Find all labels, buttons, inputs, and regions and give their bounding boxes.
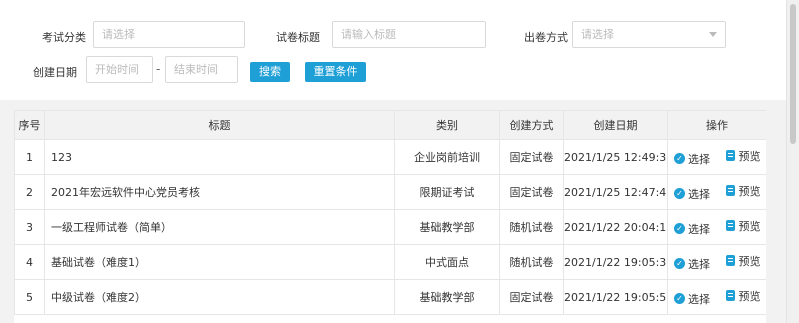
row-index: 4 bbox=[14, 244, 45, 280]
column-header-index: 序号 bbox=[14, 110, 45, 140]
scrollbar-thumb[interactable] bbox=[790, 4, 796, 144]
row-title: 一级工程师试卷（简单） bbox=[44, 209, 395, 245]
row-method: 固定试卷 bbox=[499, 139, 564, 175]
category-select[interactable]: 请选择 bbox=[93, 21, 245, 48]
check-circle-icon: ✓ bbox=[674, 258, 685, 269]
document-icon bbox=[725, 220, 735, 231]
row-actions: ✓ 选择 预览 bbox=[667, 209, 766, 245]
row-title: 基础试卷（难度1） bbox=[44, 244, 395, 280]
method-placeholder: 请选择 bbox=[581, 28, 614, 41]
preview-action[interactable]: 预览 bbox=[725, 148, 761, 164]
preview-action[interactable]: 预览 bbox=[725, 288, 761, 304]
table-row: 1 123 企业岗前培训 固定试卷 2021/1/25 12:49:32 ✓ 选择… bbox=[14, 139, 766, 175]
title-label: 试卷标题 bbox=[276, 31, 320, 44]
column-header-method: 创建方式 bbox=[499, 110, 564, 140]
method-label: 出卷方式 bbox=[524, 31, 568, 44]
row-title: 123 bbox=[44, 139, 395, 175]
table-row: 2 2021年宏远软件中心党员考核 限期证考试 固定试卷 2021/1/25 1… bbox=[14, 174, 766, 210]
row-method: 固定试卷 bbox=[499, 174, 564, 210]
table-row: 3 一级工程师试卷（简单） 基础教学部 随机试卷 2021/1/22 20:04… bbox=[14, 209, 766, 245]
document-icon bbox=[725, 185, 735, 196]
row-category: 中式面点 bbox=[394, 244, 500, 280]
select-label: 选择 bbox=[688, 222, 710, 236]
check-circle-icon: ✓ bbox=[674, 223, 685, 234]
row-method: 随机试卷 bbox=[499, 244, 564, 280]
end-date-input[interactable]: 结束时间 bbox=[165, 56, 238, 83]
row-category: 企业岗前培训 bbox=[394, 139, 500, 175]
row-date: 2021/1/22 19:05:50 bbox=[563, 279, 668, 315]
column-header-title: 标题 bbox=[44, 110, 395, 140]
row-method: 固定试卷 bbox=[499, 279, 564, 315]
select-label: 选择 bbox=[688, 152, 710, 166]
document-icon bbox=[725, 255, 735, 266]
table-header: 序号 标题 类别 创建方式 创建日期 操作 bbox=[14, 110, 766, 140]
vertical-scrollbar[interactable] bbox=[786, 0, 799, 323]
document-icon bbox=[725, 150, 735, 161]
preview-label: 预览 bbox=[738, 254, 761, 268]
row-title: 中级试卷（难度2） bbox=[44, 279, 395, 315]
row-category: 基础教学部 bbox=[394, 279, 500, 315]
filter-panel: 考试分类 请选择 试卷标题 请输入标题 出卷方式 请选择 创建日期 开始时间 -… bbox=[0, 0, 786, 100]
column-header-category: 类别 bbox=[394, 110, 500, 140]
select-label: 选择 bbox=[688, 257, 710, 271]
row-date: 2021/1/25 12:49:32 bbox=[563, 139, 668, 175]
row-actions: ✓ 选择 预览 bbox=[667, 244, 766, 280]
preview-label: 预览 bbox=[738, 149, 761, 163]
preview-label: 预览 bbox=[738, 184, 761, 198]
check-circle-icon: ✓ bbox=[674, 188, 685, 199]
preview-action[interactable]: 预览 bbox=[725, 218, 761, 234]
preview-action[interactable]: 预览 bbox=[725, 183, 761, 199]
row-index: 2 bbox=[14, 174, 45, 210]
select-action[interactable]: ✓ 选择 bbox=[674, 151, 710, 167]
row-date: 2021/1/25 12:47:42 bbox=[563, 174, 668, 210]
table-row: 5 中级试卷（难度2） 基础教学部 固定试卷 2021/1/22 19:05:5… bbox=[14, 279, 766, 315]
row-category: 基础教学部 bbox=[394, 209, 500, 245]
preview-label: 预览 bbox=[738, 219, 761, 233]
start-date-input[interactable]: 开始时间 bbox=[86, 56, 153, 83]
row-actions: ✓ 选择 预览 bbox=[667, 139, 766, 175]
check-circle-icon: ✓ bbox=[674, 153, 685, 164]
select-action[interactable]: ✓ 选择 bbox=[674, 256, 710, 272]
select-label: 选择 bbox=[688, 187, 710, 201]
row-index: 3 bbox=[14, 209, 45, 245]
select-action[interactable]: ✓ 选择 bbox=[674, 291, 710, 307]
column-header-date: 创建日期 bbox=[563, 110, 668, 140]
date-separator: - bbox=[156, 62, 161, 76]
row-date: 2021/1/22 20:04:19 bbox=[563, 209, 668, 245]
select-action[interactable]: ✓ 选择 bbox=[674, 186, 710, 202]
select-action[interactable]: ✓ 选择 bbox=[674, 221, 710, 237]
chevron-down-icon bbox=[709, 32, 717, 37]
row-actions: ✓ 选择 预览 bbox=[667, 279, 766, 315]
row-category: 限期证考试 bbox=[394, 174, 500, 210]
select-label: 选择 bbox=[688, 292, 710, 306]
method-select[interactable]: 请选择 bbox=[572, 21, 726, 48]
document-icon bbox=[725, 290, 735, 301]
row-date: 2021/1/22 19:05:35 bbox=[563, 244, 668, 280]
title-input[interactable]: 请输入标题 bbox=[332, 21, 486, 48]
row-method: 随机试卷 bbox=[499, 209, 564, 245]
row-title: 2021年宏远软件中心党员考核 bbox=[44, 174, 395, 210]
row-index: 5 bbox=[14, 279, 45, 315]
preview-label: 预览 bbox=[738, 289, 761, 303]
category-label: 考试分类 bbox=[42, 31, 86, 44]
check-circle-icon: ✓ bbox=[674, 293, 685, 304]
column-header-actions: 操作 bbox=[667, 110, 766, 140]
reset-button[interactable]: 重置条件 bbox=[305, 62, 366, 82]
search-button[interactable]: 搜索 bbox=[250, 62, 290, 82]
preview-action[interactable]: 预览 bbox=[725, 253, 761, 269]
table-row: 4 基础试卷（难度1） 中式面点 随机试卷 2021/1/22 19:05:35… bbox=[14, 244, 766, 280]
row-index: 1 bbox=[14, 139, 45, 175]
exam-table: 序号 标题 类别 创建方式 创建日期 操作 1 123 企业岗前培训 固定试卷 … bbox=[14, 110, 766, 323]
date-label: 创建日期 bbox=[33, 66, 77, 79]
row-actions: ✓ 选择 预览 bbox=[667, 174, 766, 210]
